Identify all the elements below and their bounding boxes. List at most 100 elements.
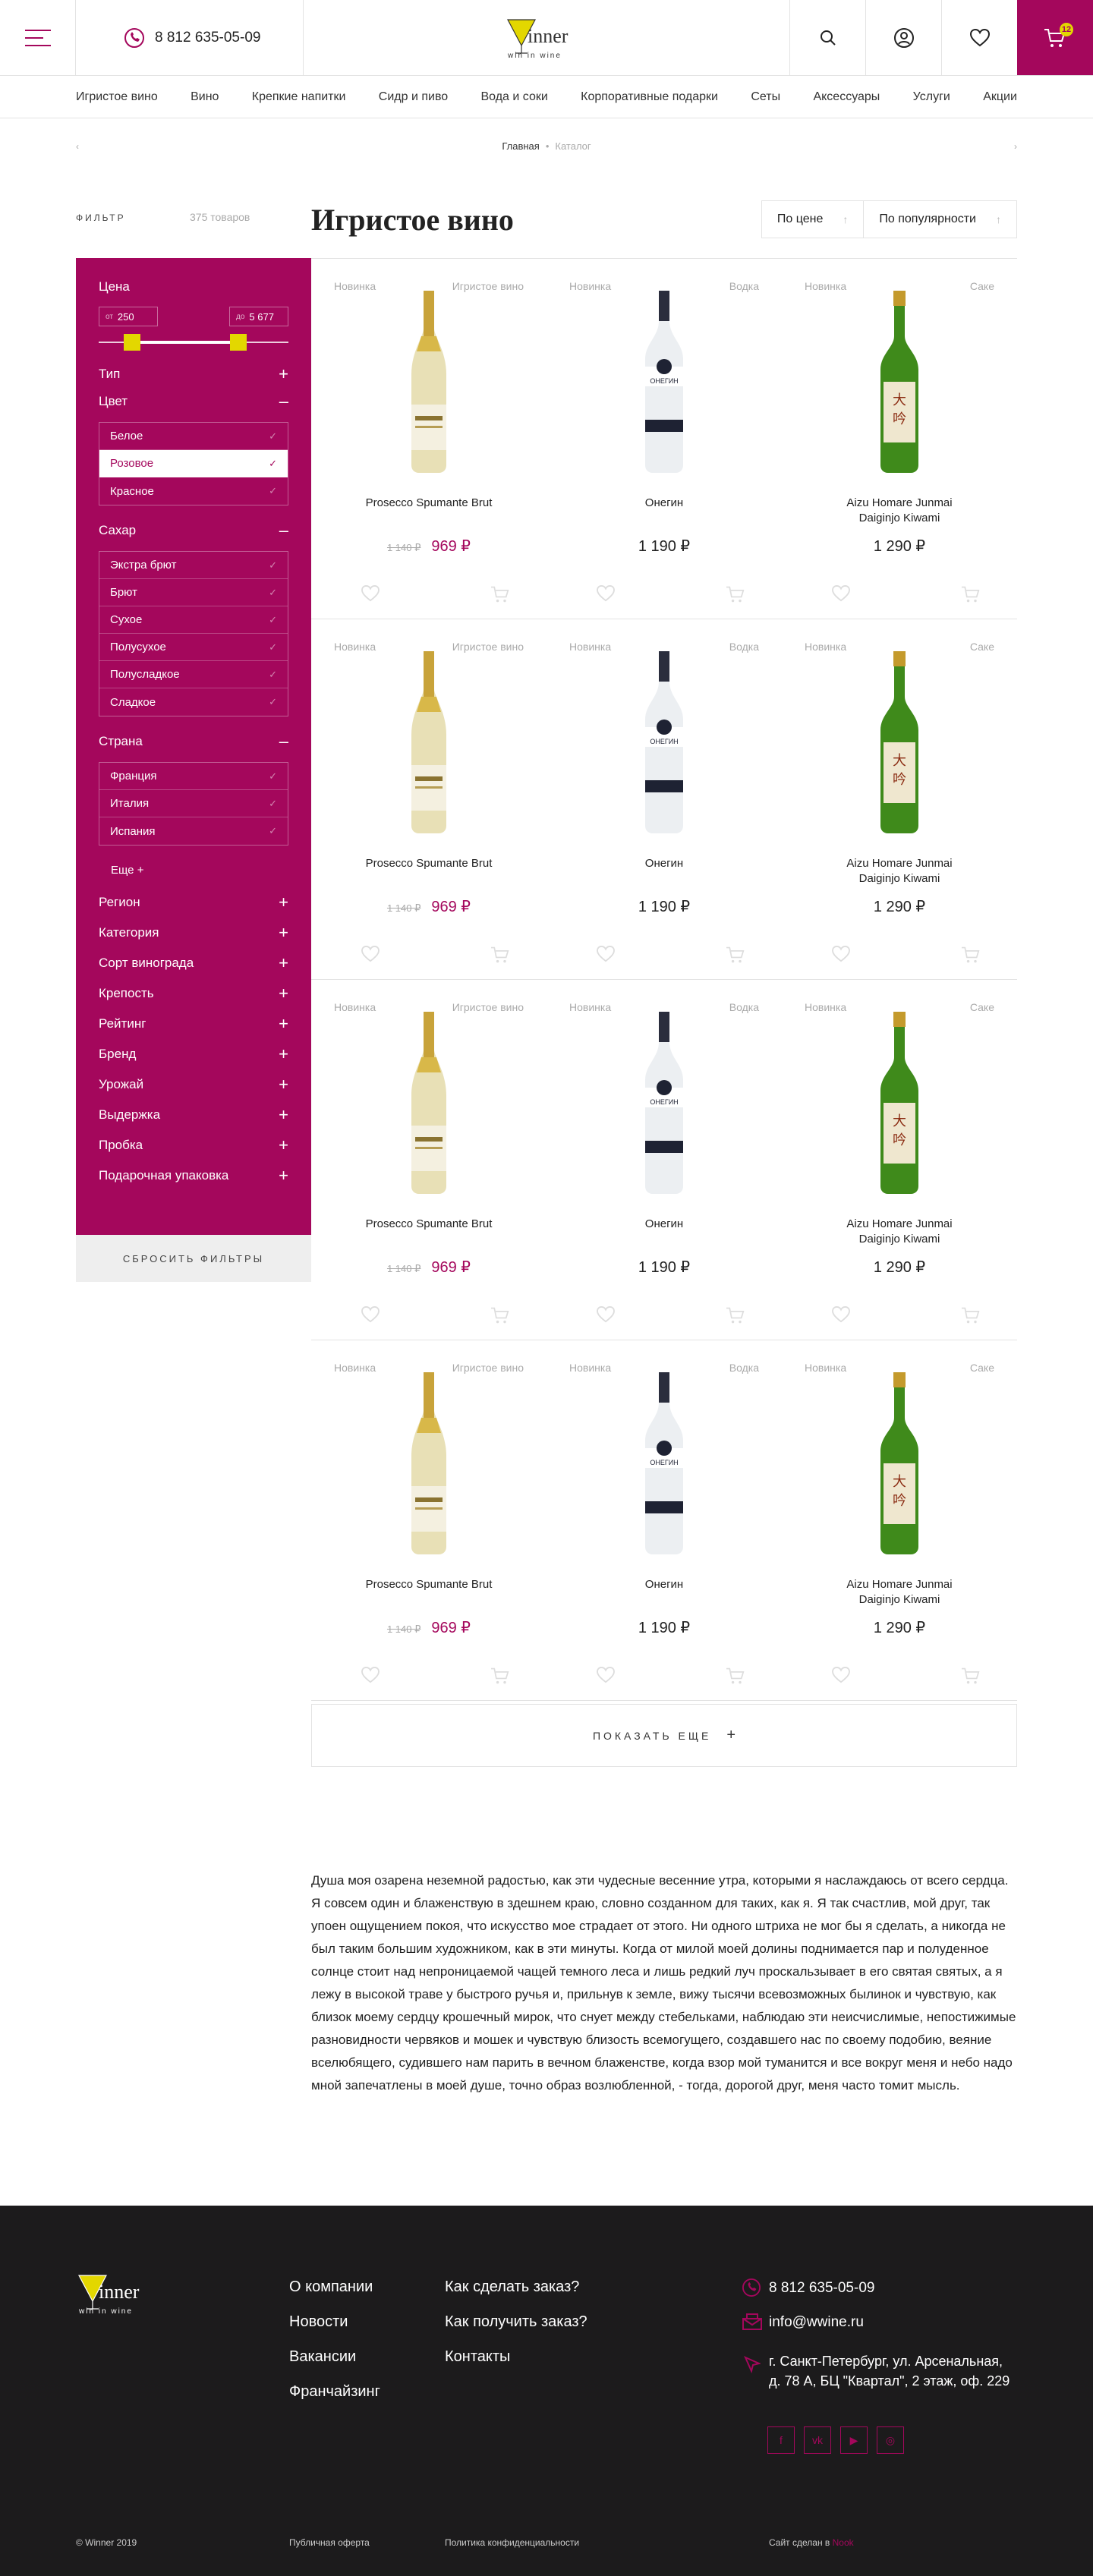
menu-button[interactable] <box>0 0 76 75</box>
add-to-cart-icon[interactable] <box>961 946 980 964</box>
product-image[interactable] <box>398 1372 459 1554</box>
product-name[interactable]: Aizu Homare Junmai Daiginjo Kiwami <box>782 1217 1017 1247</box>
add-to-cart-icon[interactable] <box>726 1306 745 1324</box>
add-to-favorites-heart-icon[interactable] <box>361 1666 380 1685</box>
product-card[interactable]: Новинка Водка ОНЕГИН Онегин 1 190 ₽ <box>546 619 782 979</box>
product-card[interactable]: Новинка Водка ОНЕГИН Онегин 1 190 ₽ <box>546 1340 782 1700</box>
color-option-rose[interactable]: Розовое ✓ <box>99 450 288 477</box>
made-by-link[interactable]: Nook <box>833 2537 854 2548</box>
product-image[interactable]: ОНЕГИН <box>634 291 695 473</box>
sugar-option[interactable]: Полусладкое ✓ <box>99 661 288 688</box>
add-to-cart-icon[interactable] <box>490 1306 509 1324</box>
filter-section-rating[interactable]: Рейтинг + <box>99 1009 288 1039</box>
footer-link-franchise[interactable]: Франчайзинг <box>289 2383 380 2401</box>
slider-min-handle[interactable] <box>124 334 140 351</box>
account-button[interactable] <box>865 0 941 75</box>
back-arrow-icon[interactable]: ‹ <box>76 141 79 152</box>
product-name[interactable]: Prosecco Spumante Brut <box>311 496 546 511</box>
add-to-cart-icon[interactable] <box>961 585 980 603</box>
product-name[interactable]: Prosecco Spumante Brut <box>311 856 546 871</box>
nav-item-wine[interactable]: Вино <box>191 90 219 104</box>
sugar-option[interactable]: Полусухое ✓ <box>99 634 288 661</box>
product-card[interactable]: Новинка Водка ОНЕГИН Онегин 1 190 ₽ <box>546 980 782 1340</box>
add-to-favorites-heart-icon[interactable] <box>597 945 615 964</box>
facebook-icon[interactable]: f <box>767 2426 795 2454</box>
add-to-cart-icon[interactable] <box>490 946 509 964</box>
nav-item-promotions[interactable]: Акции <box>983 90 1017 104</box>
header-phone[interactable]: 8 812 635-05-09 <box>76 0 304 75</box>
country-option[interactable]: Испания ✓ <box>99 817 288 845</box>
nav-item-accessories[interactable]: Аксессуары <box>813 90 880 104</box>
product-card[interactable]: Новинка Водка ОНЕГИН Онегин 1 190 ₽ <box>546 259 782 619</box>
nav-item-corporate-gifts[interactable]: Корпоративные подарки <box>581 90 718 104</box>
vk-icon[interactable]: vk <box>804 2426 831 2454</box>
filter-color-toggle[interactable]: Цвет – <box>99 393 288 410</box>
footer-link-contacts[interactable]: Контакты <box>445 2348 510 2366</box>
footer-email[interactable]: info@wwine.ru <box>769 2314 864 2331</box>
product-name[interactable]: Prosecco Spumante Brut <box>311 1577 546 1592</box>
product-card[interactable]: Новинка Саке 大吟 Aizu Homare Junmai Daiginjo… <box>782 259 1017 619</box>
add-to-favorites-heart-icon[interactable] <box>597 1666 615 1685</box>
nav-item-services[interactable]: Услуги <box>913 90 950 104</box>
filter-section-grape[interactable]: Сорт винограда + <box>99 948 288 978</box>
product-image[interactable]: 大吟 <box>869 1012 930 1194</box>
nav-item-sets[interactable]: Сеты <box>751 90 780 104</box>
reset-filters-button[interactable]: СБРОСИТЬ ФИЛЬТРЫ <box>76 1235 311 1282</box>
product-image[interactable] <box>398 291 459 473</box>
product-name[interactable]: Онегин <box>546 856 782 871</box>
color-option-red[interactable]: Красное ✓ <box>99 477 288 505</box>
sort-by-popularity-button[interactable]: По популярности ↑ <box>864 200 1017 238</box>
price-from-input[interactable]: от 250 <box>99 307 158 326</box>
filter-section-gift-box[interactable]: Подарочная упаковка + <box>99 1160 288 1191</box>
add-to-cart-icon[interactable] <box>726 946 745 964</box>
add-to-favorites-heart-icon[interactable] <box>832 584 850 603</box>
nav-item-cider-beer[interactable]: Сидр и пиво <box>379 90 448 104</box>
product-image[interactable]: ОНЕГИН <box>634 1012 695 1194</box>
favorites-button[interactable] <box>941 0 1017 75</box>
add-to-cart-icon[interactable] <box>961 1306 980 1324</box>
sugar-option[interactable]: Сухое ✓ <box>99 606 288 634</box>
search-button[interactable] <box>789 0 865 75</box>
sugar-option[interactable]: Экстра брют ✓ <box>99 552 288 579</box>
product-name[interactable]: Aizu Homare Junmai Daiginjo Kiwami <box>782 1577 1017 1608</box>
youtube-icon[interactable]: ▶ <box>840 2426 868 2454</box>
product-image[interactable] <box>398 1012 459 1194</box>
add-to-favorites-heart-icon[interactable] <box>832 945 850 964</box>
country-option[interactable]: Франция ✓ <box>99 763 288 790</box>
nav-item-sparkling[interactable]: Игристое вино <box>76 90 158 104</box>
nav-item-spirits[interactable]: Крепкие напитки <box>252 90 346 104</box>
product-name[interactable]: Онегин <box>546 1577 782 1592</box>
color-option-white[interactable]: Белое ✓ <box>99 423 288 450</box>
product-image[interactable]: 大吟 <box>869 651 930 833</box>
add-to-favorites-heart-icon[interactable] <box>597 1305 615 1324</box>
add-to-cart-icon[interactable] <box>490 585 509 603</box>
add-to-favorites-heart-icon[interactable] <box>832 1666 850 1685</box>
price-slider[interactable] <box>99 329 288 355</box>
footer-link-about[interactable]: О компании <box>289 2278 373 2296</box>
product-card[interactable]: Новинка Игристое вино Prosecco Spumante Br… <box>311 259 546 619</box>
product-card[interactable]: Новинка Саке 大吟 Aizu Homare Junmai Daiginjo… <box>782 1340 1017 1700</box>
sugar-option[interactable]: Брют ✓ <box>99 579 288 606</box>
sort-by-price-button[interactable]: По цене ↑ <box>761 200 865 238</box>
footer-link-news[interactable]: Новости <box>289 2313 348 2331</box>
product-name[interactable]: Онегин <box>546 496 782 511</box>
add-to-favorites-heart-icon[interactable] <box>597 584 615 603</box>
add-to-cart-icon[interactable] <box>961 1667 980 1685</box>
add-to-cart-icon[interactable] <box>490 1667 509 1685</box>
product-name[interactable]: Онегин <box>546 1217 782 1232</box>
product-card[interactable]: Новинка Игристое вино Prosecco Spumante Br… <box>311 980 546 1340</box>
add-to-favorites-heart-icon[interactable] <box>361 584 380 603</box>
product-image[interactable]: ОНЕГИН <box>634 1372 695 1554</box>
product-image[interactable]: ОНЕГИН <box>634 651 695 833</box>
country-option[interactable]: Италия ✓ <box>99 790 288 817</box>
product-card[interactable]: Новинка Саке 大吟 Aizu Homare Junmai Daiginjo… <box>782 619 1017 979</box>
product-card[interactable]: Новинка Игристое вино Prosecco Spumante Br… <box>311 619 546 979</box>
slider-max-handle[interactable] <box>230 334 247 351</box>
filter-section-category[interactable]: Категория + <box>99 918 288 948</box>
nav-item-water-juice[interactable]: Вода и соки <box>481 90 548 104</box>
add-to-cart-icon[interactable] <box>726 1667 745 1685</box>
product-name[interactable]: Aizu Homare Junmai Daiginjo Kiwami <box>782 856 1017 886</box>
filter-section-strength[interactable]: Крепость + <box>99 978 288 1009</box>
filter-section-region[interactable]: Регион + <box>99 887 288 918</box>
sugar-option[interactable]: Сладкое ✓ <box>99 688 288 716</box>
